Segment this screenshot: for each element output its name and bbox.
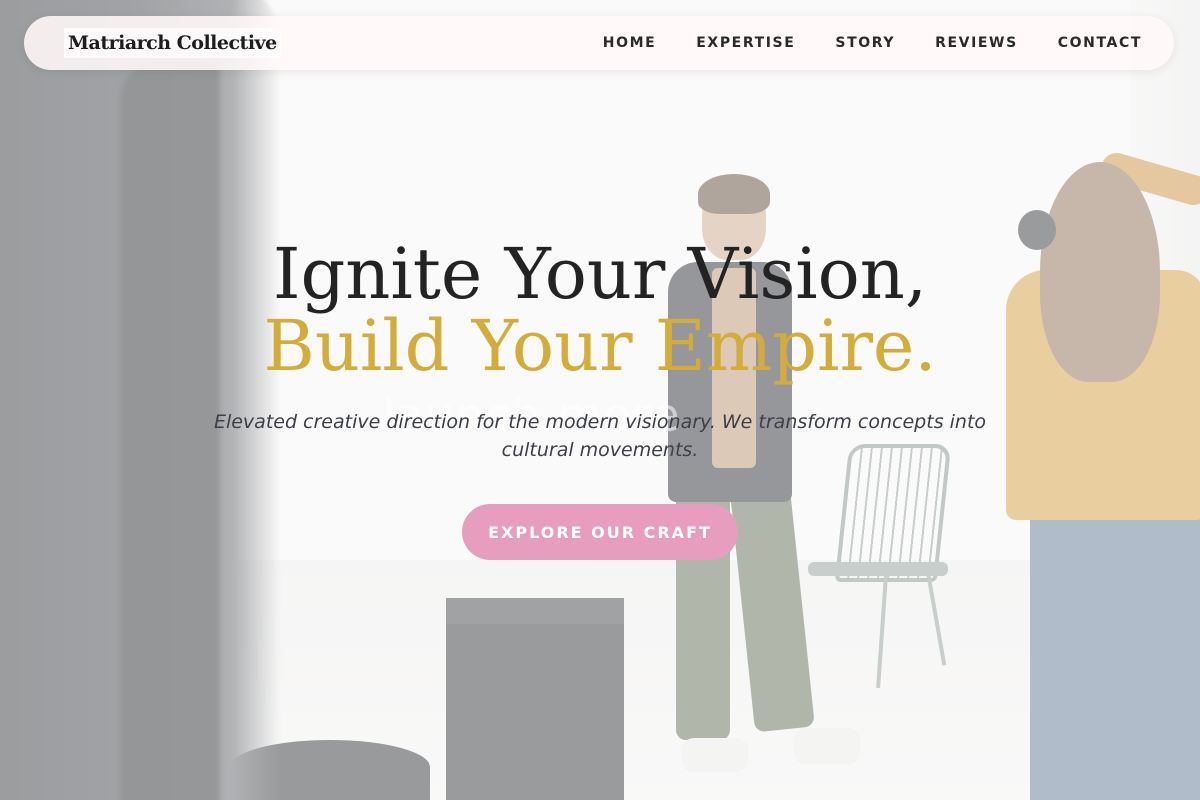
hero-headline-line1: Ignite Your Vision, (272, 233, 928, 315)
hero-headline-line2: Build Your Empire. (263, 305, 937, 387)
hero-headline: Ignite Your Vision, Build Your Empire. (0, 238, 1200, 382)
hero-background-photo: launch more (0, 0, 1200, 800)
hero-subtitle: Elevated creative direction for the mode… (213, 411, 987, 461)
top-navbar: Matriarch Collective HOME EXPERTISE STOR… (24, 16, 1174, 70)
nav-links: HOME EXPERTISE STORY REVIEWS CONTACT (603, 35, 1142, 51)
brand-logo[interactable]: Matriarch Collective (64, 28, 281, 58)
nav-link-expertise[interactable]: EXPERTISE (696, 35, 795, 51)
nav-link-story[interactable]: STORY (835, 35, 895, 51)
hero-section: launch more Matriarch Collective HOME EX… (0, 0, 1200, 800)
nav-link-reviews[interactable]: REVIEWS (935, 35, 1018, 51)
explore-our-craft-button[interactable]: EXPLORE OUR CRAFT (462, 504, 738, 560)
nav-link-contact[interactable]: CONTACT (1058, 35, 1142, 51)
nav-link-home[interactable]: HOME (603, 35, 657, 51)
